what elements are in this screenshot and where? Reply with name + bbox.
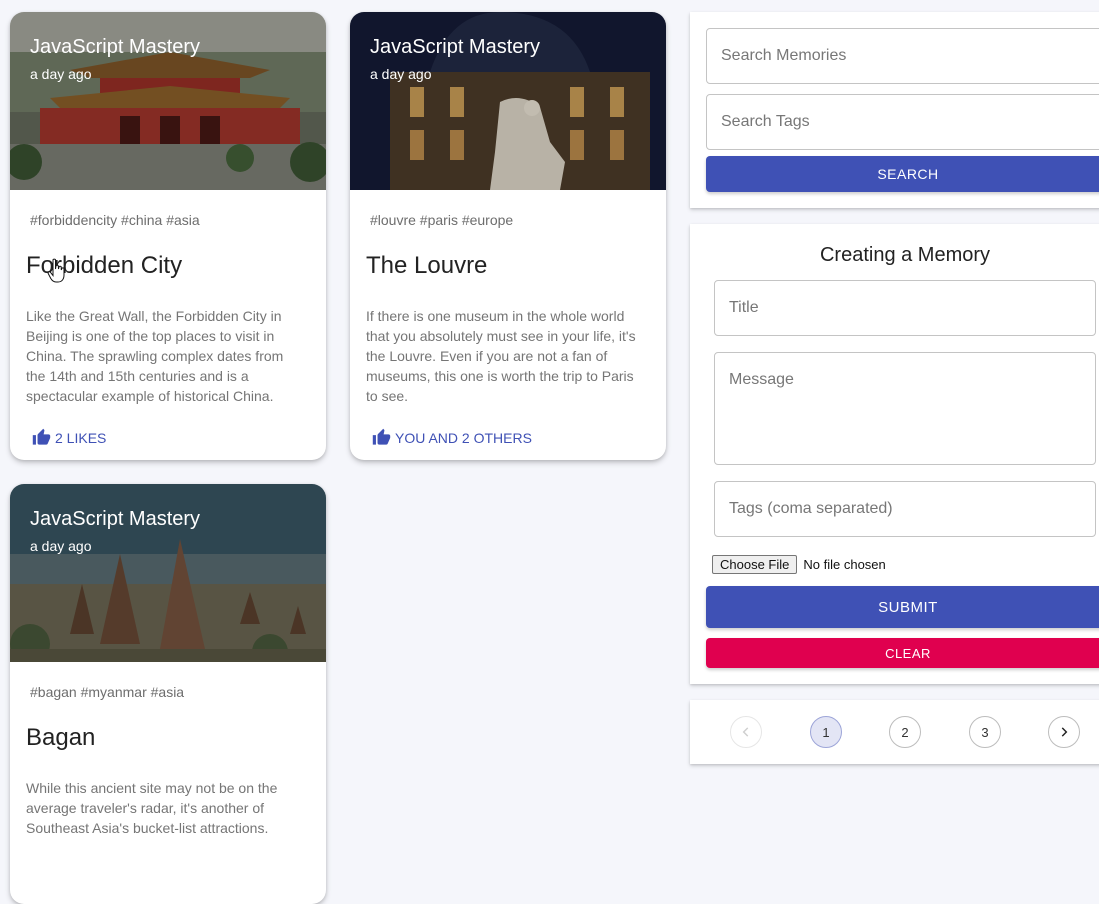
chevron-right-icon bbox=[1061, 727, 1068, 737]
form-heading: Creating a Memory bbox=[819, 244, 991, 266]
post-time: a day ago bbox=[370, 66, 432, 82]
no-file-label: No file chosen bbox=[803, 557, 886, 572]
like-button[interactable]: 2 LIKES bbox=[32, 428, 106, 447]
search-tags-input[interactable]: Search Tags bbox=[706, 94, 1099, 150]
tags-placeholder: Tags (coma separated) bbox=[729, 500, 893, 517]
post-author: JavaScript Mastery bbox=[30, 36, 201, 58]
submit-button[interactable]: SUBMIT bbox=[706, 586, 1099, 628]
search-memories-placeholder: Search Memories bbox=[721, 47, 847, 64]
post-card[interactable]: JavaScript Mastery a day ago #louvre #pa… bbox=[350, 12, 666, 460]
post-image: JavaScript Mastery a day ago bbox=[350, 12, 666, 190]
title-field[interactable]: Title bbox=[714, 280, 1096, 336]
post-time: a day ago bbox=[30, 538, 92, 554]
post-message: If there is one museum in the whole worl… bbox=[366, 308, 636, 404]
post-tags: #bagan #myanmar #asia bbox=[30, 684, 185, 700]
page-2-button[interactable]: 2 bbox=[889, 716, 921, 748]
post-message: Like the Great Wall, the Forbidden City … bbox=[26, 308, 284, 404]
post-author: JavaScript Mastery bbox=[30, 508, 201, 530]
like-button[interactable]: YOU AND 2 OTHERS bbox=[372, 428, 532, 447]
post-image: JavaScript Mastery a day ago bbox=[10, 484, 326, 662]
search-tags-placeholder: Search Tags bbox=[721, 113, 810, 130]
file-input: Choose File No file chosen bbox=[712, 555, 886, 574]
post-author: JavaScript Mastery bbox=[370, 36, 541, 58]
message-placeholder: Message bbox=[729, 371, 794, 388]
page-3-button[interactable]: 3 bbox=[969, 716, 1001, 748]
post-message: While this ancient site may not be on th… bbox=[26, 780, 278, 836]
hand-pointer-icon bbox=[47, 258, 65, 283]
post-time: a day ago bbox=[30, 66, 92, 82]
post-card[interactable]: JavaScript Mastery a day ago #forbiddenc… bbox=[10, 12, 326, 460]
search-memories-input[interactable]: Search Memories bbox=[706, 28, 1099, 84]
prev-page-button[interactable] bbox=[730, 716, 762, 748]
next-page-button[interactable] bbox=[1048, 716, 1080, 748]
chevron-left-icon bbox=[742, 727, 749, 737]
memory-form-panel: Creating a Memory Title Message Tags (co… bbox=[690, 224, 1099, 684]
post-tags: #louvre #paris #europe bbox=[370, 212, 514, 228]
tags-field[interactable]: Tags (coma separated) bbox=[714, 481, 1096, 537]
title-placeholder: Title bbox=[729, 299, 759, 316]
choose-file-button[interactable]: Choose File bbox=[712, 555, 798, 574]
post-tags: #forbiddencity #china #asia bbox=[30, 212, 200, 228]
message-field[interactable]: Message bbox=[714, 352, 1096, 465]
likes-count: YOU AND 2 OTHERS bbox=[395, 429, 532, 446]
search-panel: Search Memories Search Tags SEARCH bbox=[690, 12, 1099, 208]
post-title: Bagan bbox=[26, 724, 96, 751]
search-button[interactable]: SEARCH bbox=[706, 156, 1099, 192]
clear-button[interactable]: CLEAR bbox=[706, 638, 1099, 668]
post-title: The Louvre bbox=[366, 252, 488, 279]
post-image: JavaScript Mastery a day ago bbox=[10, 12, 326, 190]
post-card[interactable]: JavaScript Mastery a day ago #bagan #mya… bbox=[10, 484, 326, 904]
likes-count: 2 LIKES bbox=[55, 429, 107, 446]
pagination-panel: 1 2 3 bbox=[690, 700, 1099, 764]
page-1-button[interactable]: 1 bbox=[810, 716, 842, 748]
thumb-up-icon bbox=[32, 428, 51, 445]
thumb-up-icon bbox=[372, 428, 391, 445]
